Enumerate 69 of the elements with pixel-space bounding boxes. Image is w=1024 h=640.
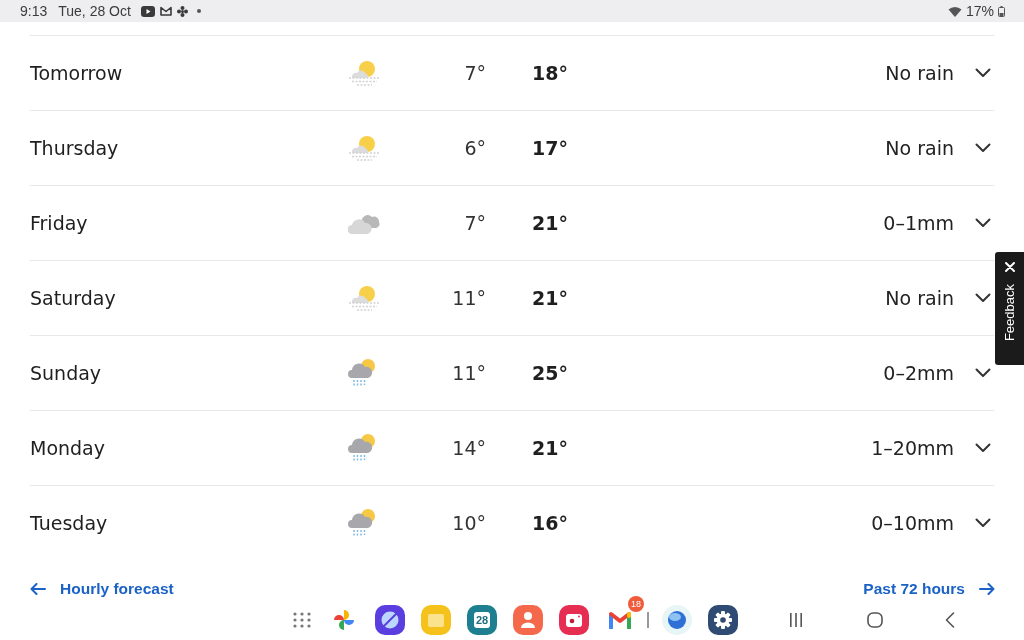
- arrow-left-icon: [30, 583, 46, 595]
- calendar-icon[interactable]: 28: [467, 605, 497, 635]
- chevron-down-icon[interactable]: [975, 143, 991, 153]
- low-temperature: 11°: [452, 362, 486, 384]
- footer-link[interactable]: Past 72 hours: [863, 579, 995, 599]
- high-temperature: 21°: [532, 437, 568, 459]
- high-temperature: 21°: [532, 212, 568, 234]
- clock-time: 9:13: [20, 3, 48, 19]
- planet-icon[interactable]: [375, 605, 405, 635]
- footer-link[interactable]: Hourly forecast: [30, 579, 174, 599]
- high-temperature: 17°: [532, 137, 568, 159]
- high-temperature: 16°: [532, 512, 568, 534]
- rain-cloud-icon: [348, 358, 376, 388]
- arrow-right-icon: [979, 583, 995, 595]
- settings-icon[interactable]: [707, 605, 738, 635]
- day-name: Sunday: [30, 362, 102, 384]
- chevron-down-icon[interactable]: [975, 368, 991, 378]
- rain-amount: 1–20mm: [871, 437, 954, 459]
- rain-cloud-icon: [348, 508, 376, 538]
- day-name: Monday: [30, 437, 105, 459]
- rain-cloud-icon: [348, 433, 376, 463]
- chevron-down-icon[interactable]: [975, 68, 991, 78]
- mail-icon[interactable]: [608, 611, 632, 629]
- chevron-down-icon[interactable]: [975, 518, 991, 528]
- chevron-down-icon[interactable]: [975, 218, 991, 228]
- recent-apps-icon[interactable]: [788, 613, 803, 627]
- play-icon: [140, 5, 155, 17]
- low-temperature: 10°: [452, 512, 486, 534]
- home-icon[interactable]: [866, 612, 883, 628]
- date-text: Tue, 28 Oct: [58, 3, 131, 19]
- high-temperature: 21°: [532, 287, 568, 309]
- flower-icon: [176, 5, 188, 17]
- chevron-down-icon[interactable]: [975, 443, 991, 453]
- day-name: Friday: [30, 212, 88, 234]
- low-temperature: 14°: [452, 437, 486, 459]
- chevron-down-icon[interactable]: [975, 293, 991, 303]
- close-icon[interactable]: [1004, 262, 1015, 272]
- apps-grid-icon[interactable]: [293, 612, 311, 628]
- rain-amount: No rain: [885, 137, 954, 159]
- high-temperature: 25°: [532, 362, 568, 384]
- rain-amount: No rain: [885, 62, 954, 84]
- low-temperature: 7°: [464, 212, 486, 234]
- rain-amount: 0–2mm: [883, 362, 954, 384]
- battery-icon: [998, 5, 1005, 17]
- day-name: Saturday: [30, 287, 116, 309]
- day-name: Thursday: [30, 137, 119, 159]
- battery-percent: 17%: [965, 3, 994, 19]
- mail-icon: [159, 6, 172, 16]
- sphere-icon[interactable]: [661, 605, 692, 635]
- rain-amount: No rain: [885, 287, 954, 309]
- camera-icon[interactable]: [559, 605, 589, 635]
- rain-amount: 0–1mm: [883, 212, 954, 234]
- low-temperature: 7°: [464, 62, 486, 84]
- dot-icon: [196, 9, 201, 13]
- low-temperature: 11°: [452, 287, 486, 309]
- high-temperature: 18°: [532, 62, 568, 84]
- day-name: Tuesday: [30, 512, 108, 534]
- rain-amount: 0–10mm: [871, 512, 954, 534]
- notification-badge: 18: [628, 596, 644, 612]
- sun-cloud-icon: [348, 59, 380, 87]
- wifi-icon: [947, 5, 962, 17]
- sun-cloud-icon: [348, 284, 380, 312]
- low-temperature: 6°: [464, 137, 486, 159]
- feedback-label[interactable]: Feedback: [1002, 284, 1017, 342]
- day-name: Tomorrow: [30, 62, 123, 84]
- back-icon[interactable]: [944, 612, 955, 628]
- sun-cloud-icon: [348, 134, 380, 162]
- pinwheel-icon[interactable]: [333, 609, 355, 631]
- person-icon[interactable]: [513, 605, 543, 635]
